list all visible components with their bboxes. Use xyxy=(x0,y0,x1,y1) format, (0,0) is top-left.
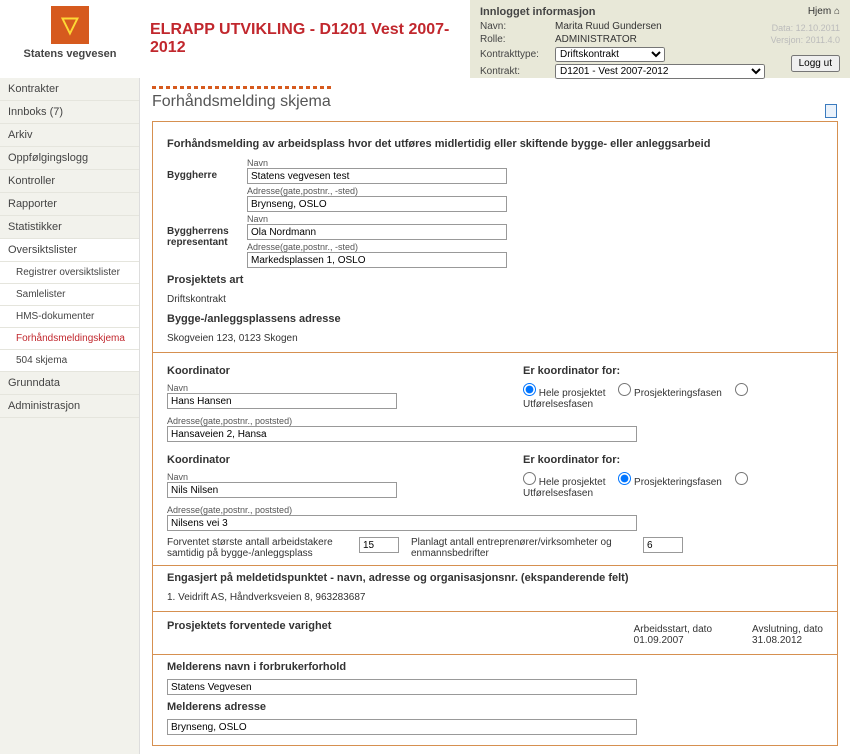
byggherre-navn-input[interactable] xyxy=(247,168,507,184)
slutt-date: 31.08.2012 xyxy=(752,635,823,646)
varighet-label: Prosjektets forventede varighet xyxy=(167,620,634,646)
koord1-for-label: Er koordinator for: xyxy=(523,365,823,377)
stripe-decor xyxy=(152,86,332,89)
logo-icon: ▽ xyxy=(51,6,89,44)
koord2-adresse-input[interactable] xyxy=(167,515,637,531)
start-label: Arbeidsstart, dato xyxy=(634,624,712,635)
nav-innboks[interactable]: Innboks (7) xyxy=(0,101,139,124)
forventet-input[interactable] xyxy=(359,537,399,553)
title-area: ELRAPP UTVIKLING - D1201 Vest 2007-2012 xyxy=(140,0,470,78)
nav-rapporter[interactable]: Rapporter xyxy=(0,193,139,216)
start-date: 01.09.2007 xyxy=(634,635,712,646)
k1-prosj-radio[interactable] xyxy=(618,383,631,396)
nav-grunndata[interactable]: Grunndata xyxy=(0,372,139,395)
koord2-for-label: Er koordinator for: xyxy=(523,454,823,466)
nav-kontroller[interactable]: Kontroller xyxy=(0,170,139,193)
meta-faded: Data: 12.10.2011 Versjon: 2011.4.0 xyxy=(771,22,840,46)
home-link[interactable]: Hjem xyxy=(808,6,831,17)
nav-oversiktslister[interactable]: Oversiktslister xyxy=(0,239,139,262)
org-name: Statens vegvesen xyxy=(24,48,117,60)
k2-prosj-radio[interactable] xyxy=(618,472,631,485)
prosj-art-value: Driftskontrakt xyxy=(167,292,823,307)
prosj-art-label: Prosjektets art xyxy=(167,274,823,286)
k1-utf-radio[interactable] xyxy=(735,383,748,396)
k1-hele-radio[interactable] xyxy=(523,383,536,396)
bygge-adr-value: Skogveien 123, 0123 Skogen xyxy=(167,331,823,346)
logo-area: ▽ Statens vegvesen xyxy=(0,0,140,78)
session-panel: Hjem ⌂ Data: 12.10.2011 Versjon: 2011.4.… xyxy=(470,0,850,78)
engasjert-label: Engasjert på meldetidspunktet - navn, ad… xyxy=(167,572,823,584)
subnav-504[interactable]: 504 skjema xyxy=(0,350,139,372)
home-icon: ⌂ xyxy=(834,6,840,17)
nav-kontrakter[interactable]: Kontrakter xyxy=(0,78,139,101)
byggherre-adresse-input[interactable] xyxy=(247,196,507,212)
koord1-label: Koordinator xyxy=(167,365,503,377)
nav-statistikker[interactable]: Statistikker xyxy=(0,216,139,239)
melder-navn-label: Melderens navn i forbrukerforhold xyxy=(167,661,823,673)
koord1-navn-input[interactable] xyxy=(167,393,397,409)
melder-adr-label: Melderens adresse xyxy=(167,701,823,713)
document-icon[interactable] xyxy=(825,104,837,118)
koord1-adresse-input[interactable] xyxy=(167,426,637,442)
form-box: Forhåndsmelding av arbeidsplass hvor det… xyxy=(152,121,838,746)
slutt-label: Avslutning, dato xyxy=(752,624,823,635)
contract-select[interactable]: D1201 - Vest 2007-2012 xyxy=(555,64,765,79)
planlagt-input[interactable] xyxy=(643,537,683,553)
k2-hele-radio[interactable] xyxy=(523,472,536,485)
user-name: Marita Ruud Gundersen xyxy=(555,21,662,32)
engasjert-1: 1. Veidrift AS, Håndverksveien 8, 963283… xyxy=(167,590,823,605)
intro-text: Forhåndsmelding av arbeidsplass hvor det… xyxy=(167,138,823,150)
rep-navn-input[interactable] xyxy=(247,224,507,240)
subnav-forhandsmelding[interactable]: Forhåndsmeldingskjema xyxy=(0,328,139,350)
forventet-label: Forventet største antall arbeidstakere s… xyxy=(167,537,347,559)
koord2-label: Koordinator xyxy=(167,454,503,466)
subnav-registrer[interactable]: Registrer oversiktslister xyxy=(0,262,139,284)
page-title: Forhåndsmelding skjema xyxy=(152,93,838,111)
planlagt-label: Planlagt antall entreprenører/virksomhet… xyxy=(411,537,631,559)
subnav-samlelister[interactable]: Samlelister xyxy=(0,284,139,306)
session-title: Innlogget informasjon xyxy=(480,6,840,18)
rep-label: Byggherrens representant xyxy=(167,212,247,268)
nav-oppfolgingslogg[interactable]: Oppfølgingslogg xyxy=(0,147,139,170)
nav-arkiv[interactable]: Arkiv xyxy=(0,124,139,147)
app-title: ELRAPP UTVIKLING - D1201 Vest 2007-2012 xyxy=(150,21,470,57)
melder-adr-input[interactable] xyxy=(167,719,637,735)
rep-adresse-input[interactable] xyxy=(247,252,507,268)
melder-navn-input[interactable] xyxy=(167,679,637,695)
user-role: ADMINISTRATOR xyxy=(555,34,637,45)
sidebar: Kontrakter Innboks (7) Arkiv Oppfølgings… xyxy=(0,78,140,754)
bygge-adr-label: Bygge-/anleggsplassens adresse xyxy=(167,313,823,325)
k2-utf-radio[interactable] xyxy=(735,472,748,485)
subnav-hms[interactable]: HMS-dokumenter xyxy=(0,306,139,328)
contract-type-select[interactable]: Driftskontrakt xyxy=(555,47,665,62)
logout-button[interactable]: Logg ut xyxy=(791,55,840,72)
koord2-navn-input[interactable] xyxy=(167,482,397,498)
nav-administrasjon[interactable]: Administrasjon xyxy=(0,395,139,418)
byggherre-label: Byggherre xyxy=(167,156,247,212)
